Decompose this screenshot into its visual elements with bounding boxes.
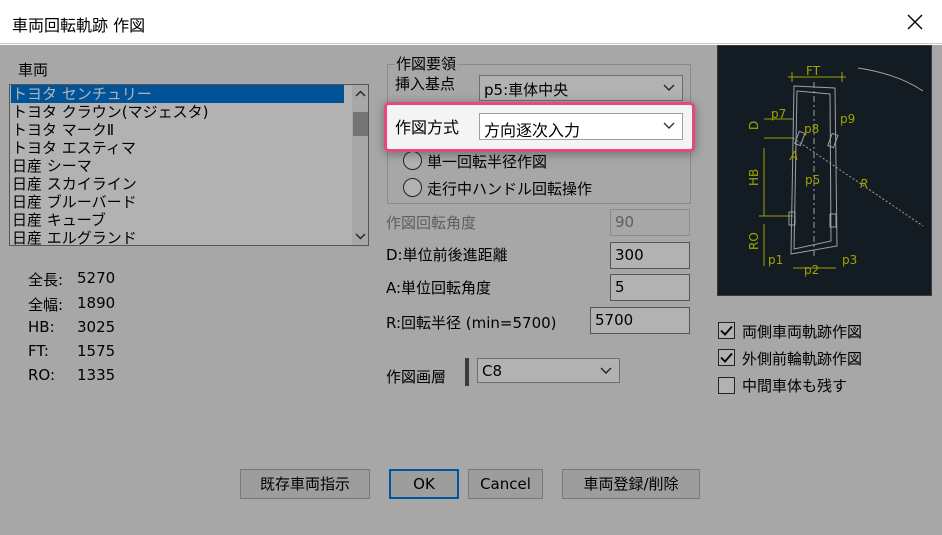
label-p2: p2	[804, 263, 819, 277]
window-title: 車両回転軌跡 作図	[12, 16, 146, 35]
scroll-down-button[interactable]	[352, 228, 368, 245]
turn-arc	[857, 67, 924, 92]
method-value: 方向逐次入力	[484, 121, 581, 140]
vehicle-diagram-preview: FT D HB RO A R p7 p8 p9 p5 p1 p2 p3	[717, 45, 932, 296]
method-label: 作図方式	[395, 118, 460, 137]
label-hb: HB	[747, 169, 761, 186]
close-button[interactable]	[896, 4, 934, 40]
vehicle-list-item[interactable]: トヨタ センチュリー	[11, 85, 344, 103]
unit-distance-label: D:単位前後進距離	[386, 246, 508, 264]
spec-label-ro: RO:	[28, 366, 56, 384]
radio-circle[interactable]	[403, 151, 422, 170]
option-both-sides-label: 両側車両軌跡作図	[742, 323, 863, 341]
label-p1: p1	[768, 253, 783, 267]
label-ro: RO	[747, 232, 761, 250]
scroll-up-button[interactable]	[352, 85, 368, 102]
label-p7: p7	[771, 107, 786, 121]
vehicle-label: 車両	[18, 61, 49, 79]
unit-distance-input[interactable]: 300	[610, 242, 690, 269]
radio-circle[interactable]	[403, 178, 422, 197]
radius-input[interactable]: 5700	[590, 307, 690, 334]
chevron-down-icon	[663, 84, 675, 91]
spec-value-ro: 1335	[77, 366, 116, 384]
vehicle-list-scrollbar[interactable]	[352, 85, 368, 245]
group-title: 作図要領	[395, 53, 458, 74]
label-a: A	[789, 149, 798, 163]
vehicle-list-item[interactable]: トヨタ クラウン(マジェスタ)	[11, 103, 344, 121]
checkbox-outer-front-wheel[interactable]	[718, 349, 735, 366]
label-p9: p9	[840, 112, 855, 126]
chevron-up-icon	[355, 90, 366, 97]
spec-value-ft: 1575	[77, 342, 116, 360]
radius-label: R:回転半径 (min=5700)	[386, 314, 557, 332]
method-select[interactable]: 方向逐次入力	[479, 113, 683, 140]
unit-angle-label: A:単位回転角度	[386, 279, 492, 297]
chevron-down-icon	[663, 122, 675, 129]
vehicle-list-item[interactable]: 日産 エルグランド	[11, 229, 344, 245]
label-d: D	[747, 121, 761, 130]
spec-value-length: 5270	[77, 269, 116, 287]
checkbox-both-sides[interactable]	[718, 322, 735, 339]
checkmark-icon	[720, 325, 733, 336]
spec-label-length: 全長:	[28, 271, 64, 289]
vehicle-list[interactable]: トヨタ センチュリー トヨタ クラウン(マジェスタ) トヨタ マークⅡ トヨタ エステ…	[9, 84, 369, 246]
layer-color-swatch	[465, 358, 469, 386]
chevron-down-icon	[600, 367, 612, 374]
option-outer-front-wheel-label: 外側前輪軌跡作図	[742, 350, 863, 368]
radio-steering-label: 走行中ハンドル回転操作	[427, 180, 593, 198]
vehicle-list-item[interactable]: 日産 シーマ	[11, 157, 344, 175]
option-keep-intermediate-label: 中間車体も残す	[742, 377, 848, 395]
spec-label-ft: FT:	[28, 342, 49, 360]
ok-button[interactable]: OK	[389, 469, 459, 499]
spec-label-width: 全幅:	[28, 296, 64, 314]
vehicle-body-inner	[793, 90, 832, 250]
vehicle-list-item[interactable]: 日産 スカイライン	[11, 175, 344, 193]
label-ft: FT	[806, 64, 821, 78]
register-vehicle-button[interactable]: 車両登録/削除	[562, 469, 700, 499]
cancel-button[interactable]: Cancel	[468, 469, 543, 499]
unit-angle-input[interactable]: 5	[610, 274, 690, 301]
layer-select[interactable]: C8	[477, 358, 620, 383]
vehicle-list-item[interactable]: 日産 ブルーバード	[11, 193, 344, 211]
checkmark-icon	[720, 352, 733, 363]
vehicle-list-item[interactable]: 日産 キューブ	[11, 211, 344, 229]
layer-value: C8	[482, 362, 503, 380]
vehicle-list-item[interactable]: トヨタ マークⅡ	[11, 121, 344, 139]
front-wheel-right	[827, 132, 839, 149]
spec-value-hb: 3025	[77, 318, 116, 336]
spec-label-hb: HB:	[28, 318, 55, 336]
label-p8: p8	[804, 122, 819, 136]
checkbox-keep-intermediate[interactable]	[718, 377, 735, 394]
spec-value-width: 1890	[77, 294, 116, 312]
label-p3: p3	[842, 253, 857, 267]
radio-single-radius-label: 単一回転半径作図	[427, 153, 548, 171]
label-p5: p5	[805, 173, 820, 187]
vehicle-list-item[interactable]: トヨタ エスティマ	[11, 139, 344, 157]
insert-point-select[interactable]: p5:車体中央	[479, 75, 683, 101]
insert-point-label: 挿入基点	[395, 75, 456, 93]
layer-label: 作図画層	[386, 368, 447, 386]
rotation-angle-input[interactable]: 90	[610, 209, 690, 236]
insert-point-value: p5:車体中央	[484, 81, 569, 99]
close-icon	[907, 14, 923, 30]
title-bar: 車両回転軌跡 作図	[0, 0, 942, 44]
vehicle-diagram: FT D HB RO A R p7 p8 p9 p5 p1 p2 p3	[747, 64, 924, 277]
existing-vehicle-button[interactable]: 既存車両指示	[240, 469, 370, 499]
chevron-down-icon	[355, 233, 366, 240]
scroll-thumb[interactable]	[353, 112, 368, 136]
rotation-angle-label: 作図回転角度	[386, 214, 477, 232]
label-r: R	[860, 177, 868, 191]
